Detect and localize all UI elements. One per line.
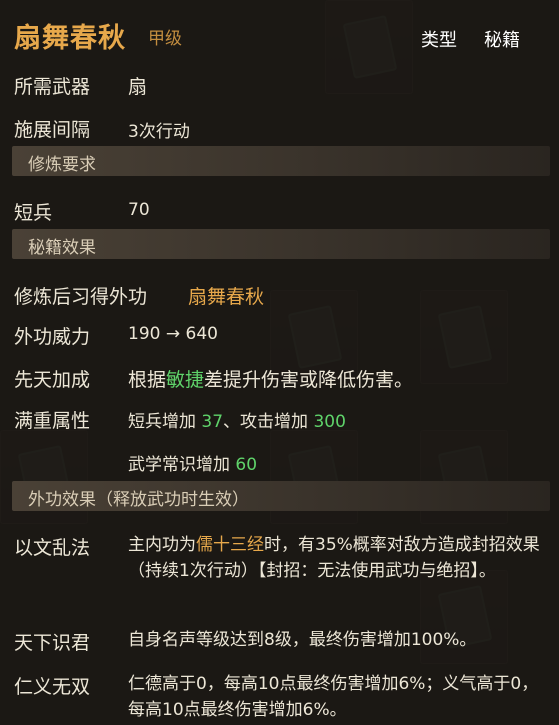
innate-suffix: 差提升伤害或降低伤害。 (204, 369, 414, 391)
release-section-title: 外功效果（释放武功时生效） (28, 490, 249, 510)
effect2-label: 天下识君 (14, 632, 91, 654)
effect1-text: 主内功为儒十三经时，有35%概率对敌方造成封招效果（持续1次行动）【封招：无法使… (128, 532, 553, 584)
effect3-label: 仁义无双 (14, 676, 91, 698)
weapon-label: 所需武器 (14, 76, 91, 98)
short-weapon-value: 70 (128, 200, 150, 220)
full-attr-short-weapon-val: 37 (201, 412, 224, 432)
full-attr-knowledge: 武学常识增加 (128, 455, 236, 475)
type-label: 类型 (421, 30, 457, 51)
innate-highlight: 敏捷 (166, 369, 205, 391)
interval-value: 3次行动 (128, 122, 190, 142)
learn-label: 修炼后习得外功 (14, 286, 148, 308)
effect2-text: 自身名声等级达到8级，最终伤害增加100%。 (128, 630, 477, 650)
full-attr-attack-val: 300 (313, 412, 346, 432)
full-attr-line2: 武学常识增加 60 (128, 450, 257, 475)
effect1-text-a: 主内功为 (128, 535, 196, 555)
skill-title: 扇舞春秋 (14, 23, 126, 54)
effect1-label: 以文乱法 (14, 537, 91, 559)
short-weapon-label: 短兵 (14, 202, 53, 224)
effects-section-header: 秘籍效果 (12, 229, 550, 259)
release-section-header: 外功效果（释放武功时生效） (12, 481, 550, 511)
learn-value: 扇舞春秋 (188, 286, 265, 308)
requirements-section-header: 修炼要求 (12, 146, 550, 176)
innate-value: 根据敏捷差提升伤害或降低伤害。 (128, 365, 413, 392)
interval-label: 施展间隔 (14, 119, 91, 141)
skill-grade: 甲级 (148, 29, 182, 49)
full-attr-label: 满重属性 (14, 410, 91, 432)
innate-prefix: 根据 (128, 369, 167, 391)
full-attr-line1: 短兵增加 37、攻击增加 300 (128, 407, 346, 432)
innate-label: 先天加成 (14, 369, 91, 391)
requirements-section-title: 修炼要求 (28, 155, 96, 175)
full-attr-short-weapon: 短兵增加 (128, 412, 202, 432)
type-value: 秘籍 (484, 30, 520, 51)
power-label: 外功威力 (14, 326, 91, 348)
weapon-value: 扇 (128, 76, 148, 98)
effect3-text: 仁德高于0，每高10点最终伤害增加6%；义气高于0，每高10点最终伤害增加6%。 (128, 674, 539, 720)
effect1-highlight: 儒十三经 (196, 535, 264, 555)
full-attr-knowledge-val: 60 (235, 455, 258, 475)
skill-tooltip-panel: 扇舞春秋 甲级 类型 秘籍 所需武器 扇 施展间隔 3次行动 修炼要求 短兵 7… (0, 0, 559, 725)
full-attr-attack: 、攻击增加 (223, 412, 314, 432)
power-value: 190 → 640 (128, 324, 218, 344)
effects-section-title: 秘籍效果 (28, 238, 96, 258)
